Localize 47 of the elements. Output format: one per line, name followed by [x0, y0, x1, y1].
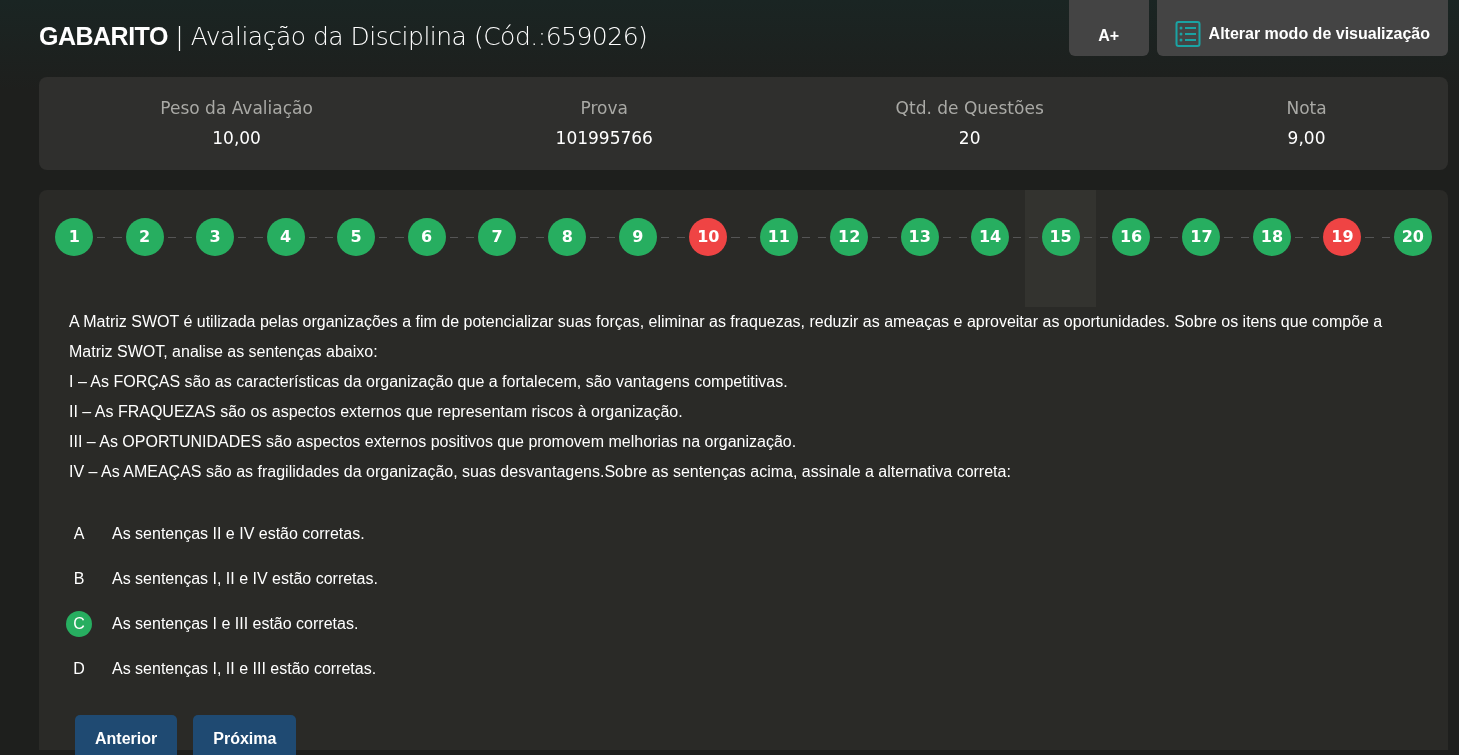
question-number-button[interactable]: 11	[759, 218, 798, 256]
option-letter: A	[72, 523, 86, 544]
question-number-button[interactable]: 6	[407, 218, 446, 256]
question-number-button[interactable]: 10	[689, 218, 728, 256]
summary-label: Nota	[1285, 97, 1328, 120]
font-size-button[interactable]: A+	[1068, 0, 1149, 56]
question-number-button[interactable]: 1	[55, 218, 94, 256]
question-number-button[interactable]: 14	[971, 218, 1010, 256]
option-letter: C	[66, 610, 92, 637]
question-number-button[interactable]: 18	[1252, 218, 1291, 256]
summary-value: 101995766	[554, 126, 654, 150]
summary-label: Peso da Avaliação	[159, 97, 314, 120]
list-icon	[1174, 21, 1201, 47]
summary-value: 9,00	[1286, 126, 1327, 150]
option-text: As sentenças II e IV estão corretas.	[112, 523, 365, 544]
question-number-button[interactable]: 15	[1041, 218, 1080, 256]
question-text: II – As FRAQUEZAS são os aspectos externos que representam riscos à organização.	[69, 402, 684, 422]
question-text: A Matriz SWOT é utilizada pelas organizações a fim de potencializar suas forças, eliminar as fraquezas, reduzir as ameaças e aproveitar as oportunidades. Sobre os itens que compõe a Matriz SWOT, analise as sentenças abaixo:	[69, 312, 1384, 362]
option-text: As sentenças I, II e III estão corretas.	[112, 658, 377, 679]
question-text: I – As FORÇAS são as características da organização que a fortalecem, são vantagens competitivas.	[69, 372, 789, 392]
question-text: III – As OPORTUNIDADES são aspectos externos positivos que promovem melhorias na organização.	[69, 432, 798, 452]
question-text: IV – As AMEAÇAS são as fragilidades da organização, suas desvantagens.Sobre as sentenças acima, assinale a alternativa correta:	[69, 462, 1012, 482]
question-number-button[interactable]: 9	[618, 218, 657, 256]
option-letter: B	[72, 568, 86, 589]
question-number-button[interactable]: 19	[1323, 218, 1362, 256]
question-number-button[interactable]: 7	[477, 218, 516, 256]
question-number-button[interactable]: 17	[1182, 218, 1221, 256]
question-number-button[interactable]: 20	[1393, 218, 1432, 256]
option-text: As sentenças I, II e IV estão corretas.	[112, 568, 378, 589]
question-number-button[interactable]: 4	[266, 218, 305, 256]
view-mode-button[interactable]: Alterar modo de visualização	[1156, 0, 1448, 56]
nav-button[interactable]: Anterior	[75, 715, 178, 755]
summary-label: Prova	[579, 97, 629, 120]
option-letter: D	[72, 658, 86, 679]
question-number-button[interactable]: 2	[125, 218, 164, 256]
question-number-button[interactable]: 5	[337, 218, 376, 256]
question-number-button[interactable]: 12	[830, 218, 869, 256]
page-title: GABARITO | Avaliação da Disciplina (Cód.:659026)	[39, 21, 648, 53]
question-number-button[interactable]: 16	[1112, 218, 1151, 256]
nav-button[interactable]: Próxima	[193, 715, 297, 755]
question-number-button[interactable]: 3	[196, 218, 235, 256]
question-number-button[interactable]: 13	[900, 218, 939, 256]
option-text: As sentenças I e III estão corretas.	[112, 613, 359, 634]
summary-value: 20	[957, 126, 982, 150]
question-number-button[interactable]: 8	[548, 218, 587, 256]
summary-label: Qtd. de Questões	[894, 97, 1045, 120]
summary-value: 10,00	[211, 126, 262, 150]
